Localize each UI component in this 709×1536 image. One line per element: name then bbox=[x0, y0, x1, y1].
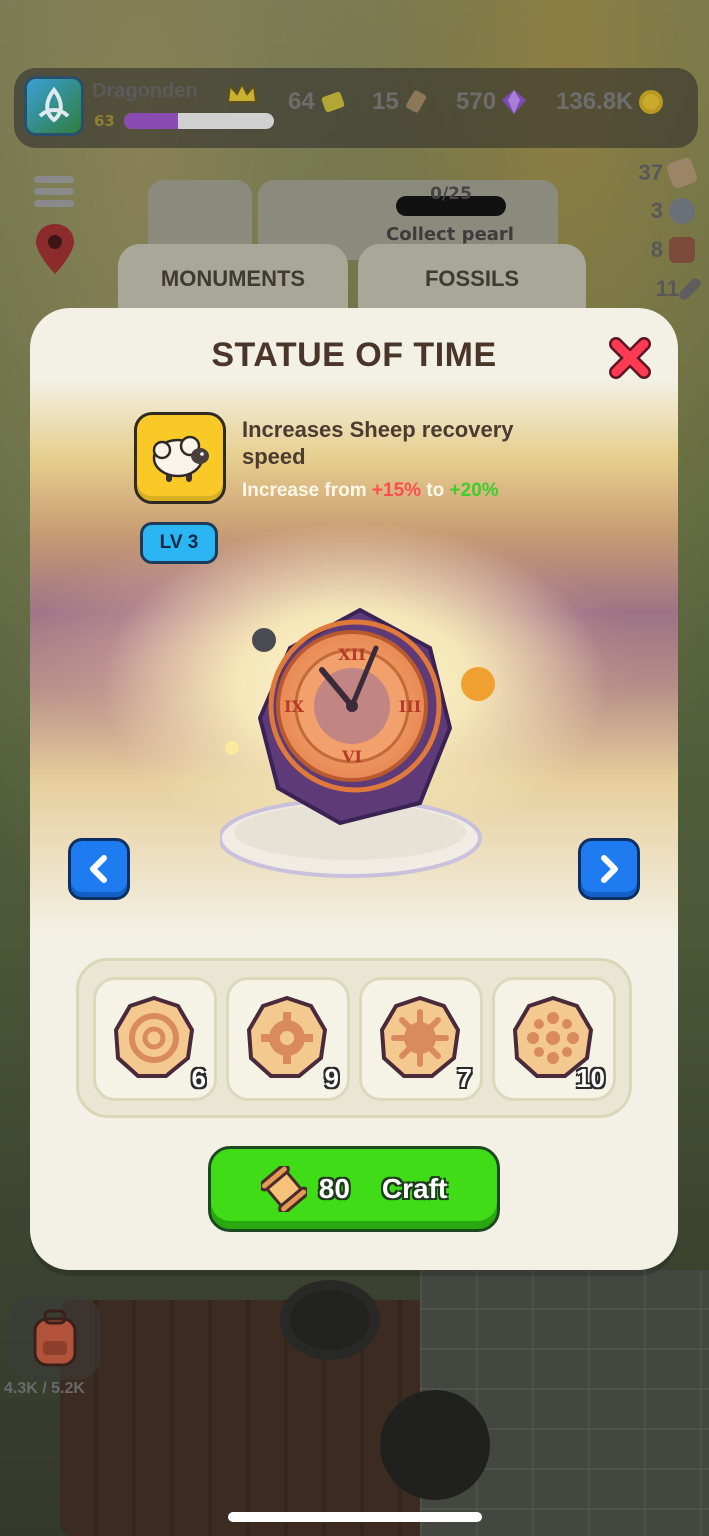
side-item-stone: 3 bbox=[651, 198, 695, 224]
crown-icon bbox=[226, 82, 258, 103]
next-monument-button[interactable] bbox=[578, 838, 640, 900]
sheep-icon bbox=[152, 435, 209, 482]
bonus-change: Increase from +15% to +20% bbox=[242, 480, 499, 501]
resource-value: 570 bbox=[456, 88, 497, 115]
resource-value: 15 bbox=[372, 88, 399, 115]
required-materials-panel: 6 9 7 10 bbox=[76, 958, 632, 1118]
quest-progress-text: 0/25 bbox=[430, 184, 472, 204]
material-slot[interactable]: 9 bbox=[226, 977, 350, 1101]
modal-title: STATUE OF TIME bbox=[211, 336, 497, 374]
side-item-brick: 8 bbox=[651, 237, 695, 263]
resource-gems[interactable]: 570 bbox=[456, 88, 528, 116]
old-bonus-value: +15% bbox=[371, 480, 422, 501]
resource-scrolls[interactable]: 15 bbox=[372, 88, 431, 116]
player-avatar[interactable] bbox=[24, 76, 84, 136]
side-item-tool: 11 bbox=[656, 276, 703, 302]
resource-value: 136.8K bbox=[556, 88, 634, 115]
home-indicator bbox=[228, 1512, 482, 1522]
sun-cog-coin-icon bbox=[379, 996, 461, 1078]
sheep-bonus-card bbox=[134, 412, 226, 504]
material-slot[interactable]: 6 bbox=[93, 977, 217, 1101]
chevron-left-icon bbox=[90, 855, 107, 883]
svg-text:XII: XII bbox=[338, 645, 365, 664]
scroll-icon bbox=[260, 1166, 307, 1212]
backpack-capacity: 4.3K / 5.2K bbox=[4, 1380, 85, 1397]
material-count: 10 bbox=[576, 1063, 605, 1093]
level-badge: LV 3 bbox=[140, 522, 218, 564]
bonus-description: Increases Sheep recovery speed bbox=[242, 417, 514, 469]
svg-text:IX: IX bbox=[284, 697, 304, 716]
gem-icon bbox=[502, 90, 527, 114]
craft-cost: 80 bbox=[318, 1173, 350, 1204]
craft-button[interactable]: 80 Craft bbox=[208, 1146, 500, 1232]
previous-monument-button[interactable] bbox=[68, 838, 130, 900]
triquetra-icon bbox=[38, 86, 70, 123]
map-pin-icon[interactable] bbox=[32, 222, 78, 278]
resource-value: 64 bbox=[288, 88, 315, 115]
brick-icon bbox=[669, 237, 695, 263]
xp-progress-fill bbox=[124, 113, 178, 129]
gear-coin-icon bbox=[113, 996, 195, 1078]
xp-progress-bar bbox=[124, 113, 274, 129]
coin-icon bbox=[639, 90, 664, 114]
svg-text:VI: VI bbox=[341, 747, 362, 766]
svg-text:III: III bbox=[399, 697, 421, 716]
cog-coin-icon bbox=[246, 996, 328, 1078]
menu-list-icon[interactable] bbox=[32, 172, 76, 212]
statue-of-time-illustration: XII III VI IX bbox=[220, 607, 495, 878]
material-slot[interactable]: 7 bbox=[359, 977, 483, 1101]
player-level: 63 bbox=[94, 112, 115, 130]
ticket-icon bbox=[321, 91, 344, 113]
resource-coins[interactable]: 136.8K bbox=[556, 88, 665, 116]
craft-label: Craft bbox=[381, 1173, 448, 1204]
chevron-right-icon bbox=[601, 855, 618, 883]
new-bonus-value: +20% bbox=[449, 480, 499, 501]
resource-tickets[interactable]: 64 bbox=[288, 88, 347, 116]
monument-detail-modal: STATUE OF TIME LV 3 Increases Sheep reco… bbox=[30, 308, 678, 1270]
wood-plank-icon bbox=[665, 156, 699, 190]
material-count: 7 bbox=[457, 1063, 472, 1093]
close-button[interactable] bbox=[608, 336, 652, 380]
material-count: 6 bbox=[191, 1063, 206, 1093]
material-slot[interactable]: 10 bbox=[492, 977, 616, 1101]
quest-label: Collect pearl bbox=[386, 224, 514, 245]
material-count: 9 bbox=[324, 1063, 339, 1093]
backpack-button[interactable] bbox=[10, 1296, 100, 1380]
side-item-wood: 37 bbox=[639, 156, 699, 190]
scroll-icon bbox=[405, 90, 426, 113]
backpack-icon bbox=[33, 1309, 77, 1367]
stone-icon bbox=[669, 198, 695, 224]
player-name: Dragonden bbox=[92, 80, 198, 102]
